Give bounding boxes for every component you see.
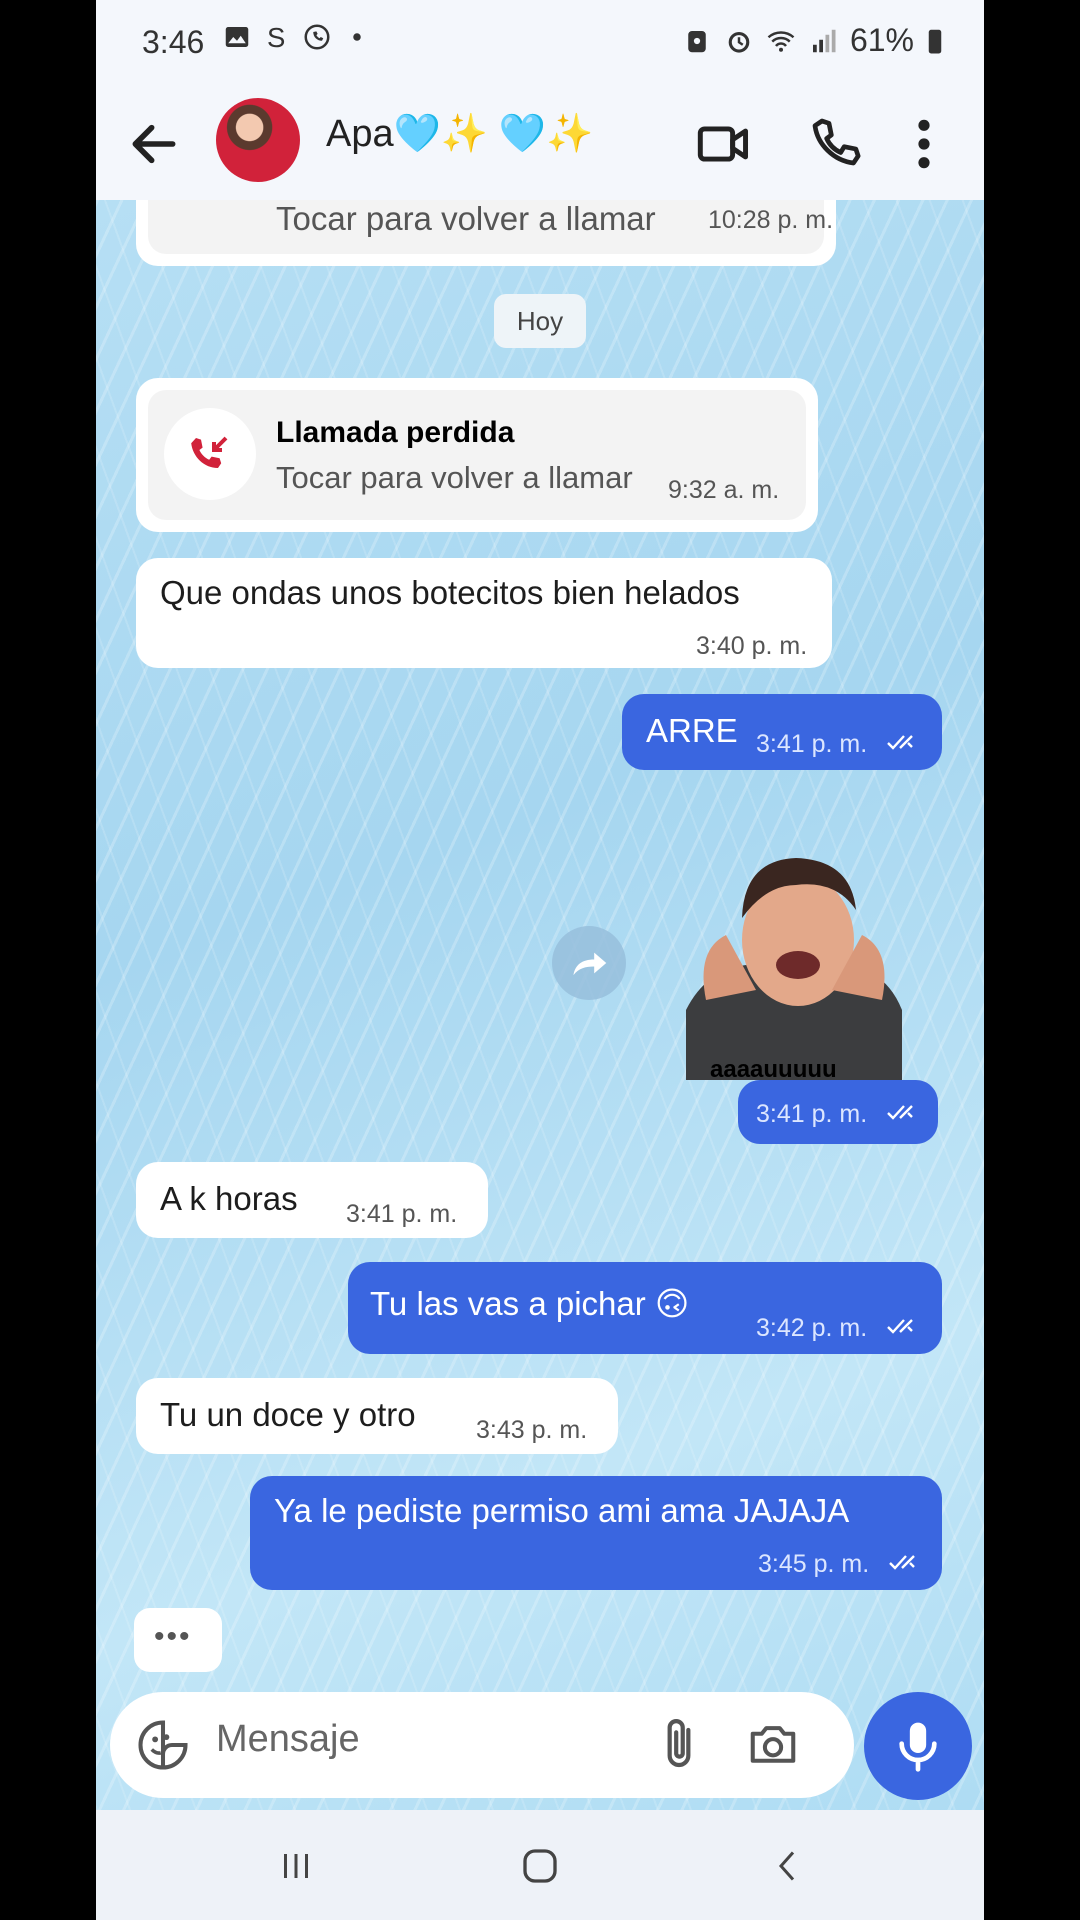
missed-call-card[interactable]: Llamada perdida Tocar para volver a llam… (136, 378, 818, 532)
missed-call-title: Llamada perdida (276, 416, 515, 449)
gallery-icon (225, 27, 249, 47)
video-call-icon[interactable] (696, 116, 752, 172)
battery-icon (928, 29, 942, 53)
microphone-icon (899, 1722, 937, 1772)
incoming-message[interactable]: Que ondas unos botecitos bien helados 3:… (136, 558, 832, 668)
message-time: 3:41 p. m. (756, 1100, 868, 1128)
back-arrow-icon[interactable] (126, 116, 182, 172)
more-options-icon[interactable] (912, 116, 936, 172)
message-time: 9:32 a. m. (668, 476, 780, 504)
contact-avatar[interactable] (216, 98, 300, 182)
date-divider: Hoy (494, 294, 586, 348)
missed-call-subtitle: Tocar para volver a llamar (276, 460, 633, 495)
sticker-image[interactable] (686, 840, 902, 1080)
outgoing-message[interactable]: Ya le pediste permiso ami ama JAJAJA 3:4… (250, 1476, 942, 1590)
message-time: 3:45 p. m. (758, 1550, 870, 1578)
voice-record-button[interactable] (864, 1692, 972, 1800)
camera-icon[interactable] (746, 1718, 800, 1772)
message-text: Tu un doce y otro (160, 1396, 416, 1433)
typing-indicator: ••• (134, 1608, 222, 1672)
whatsapp-icon (304, 24, 330, 50)
voice-call-icon[interactable] (808, 114, 864, 170)
home-icon[interactable] (520, 1846, 560, 1886)
message-text: Ya le pediste permiso ami ama JAJAJA (274, 1492, 850, 1529)
signal-icon (812, 29, 836, 52)
attach-icon[interactable] (658, 1716, 700, 1772)
read-ticks-icon (887, 1105, 913, 1120)
battery-percent: 61% (849, 22, 914, 58)
message-composer[interactable]: Mensaje (110, 1692, 854, 1798)
chat-header: Apa🩵✨ 🩵✨ (96, 90, 984, 200)
chat-history[interactable]: Tocar para volver a llamar 10:28 p. m. H… (96, 200, 984, 1810)
back-nav-icon[interactable] (772, 1848, 802, 1884)
wifi-icon (767, 30, 795, 52)
forward-icon (573, 952, 607, 976)
notification-dot-icon (353, 33, 361, 41)
lock-icon (688, 30, 706, 52)
outgoing-message[interactable]: 3:41 p. m. (738, 1080, 938, 1144)
missed-call-subtitle: Tocar para volver a llamar (276, 200, 656, 237)
missed-call-icon (191, 436, 228, 468)
read-ticks-icon (887, 1319, 913, 1334)
message-text: ARRE (646, 712, 738, 749)
outgoing-message[interactable]: ARRE 3:41 p. m. (622, 694, 942, 770)
read-ticks-icon (889, 1555, 915, 1570)
message-time: 3:41 p. m. (756, 730, 868, 758)
typing-dots: ••• (154, 1620, 192, 1653)
message-time: 3:40 p. m. (696, 632, 808, 660)
system-navigation-bar (96, 1810, 984, 1920)
phone-screen: 3:46 S 61% Apa🩵✨ 🩵✨ Tocar para volver a … (96, 0, 984, 1920)
svg-text:S: S (267, 22, 285, 52)
message-time: 10:28 p. m. (708, 206, 834, 234)
message-time: 3:41 p. m. (346, 1200, 458, 1228)
outgoing-message[interactable]: Tu las vas a pichar 🙃 3:42 p. m. (348, 1262, 942, 1354)
message-text: Tu las vas a pichar 🙃 (370, 1285, 690, 1322)
message-input[interactable]: Mensaje (216, 1718, 360, 1761)
contact-name[interactable]: Apa🩵✨ 🩵✨ (326, 112, 593, 156)
sticker-emoji-icon[interactable] (136, 1718, 190, 1772)
message-text: Que ondas unos botecitos bien helados (160, 574, 740, 611)
read-ticks-icon (887, 735, 913, 750)
message-time: 3:43 p. m. (476, 1416, 588, 1444)
incoming-message[interactable]: Tu un doce y otro 3:43 p. m. (136, 1378, 618, 1454)
message-text: A k horas (160, 1180, 298, 1217)
missed-call-card-partial[interactable]: Tocar para volver a llamar 10:28 p. m. (136, 200, 836, 266)
message-time: 3:42 p. m. (756, 1314, 868, 1342)
skype-s-icon: S (267, 22, 285, 52)
status-bar: 3:46 S 61% (96, 0, 984, 90)
forward-button[interactable] (552, 926, 626, 1000)
incoming-message[interactable]: A k horas 3:41 p. m. (136, 1162, 488, 1238)
recent-apps-icon[interactable] (278, 1848, 314, 1884)
status-time: 3:46 (142, 24, 205, 60)
alarm-icon (728, 31, 750, 53)
